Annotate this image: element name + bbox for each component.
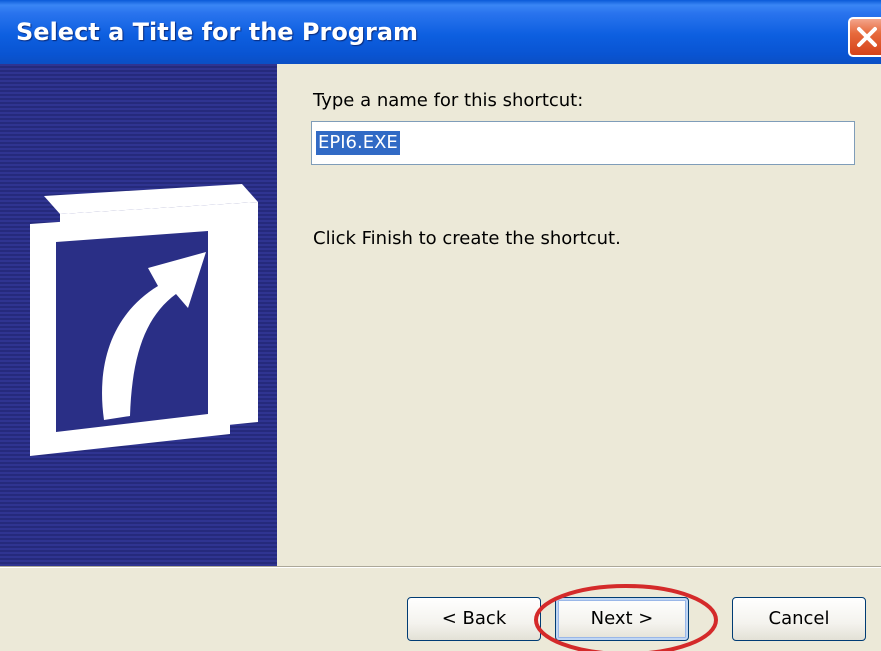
close-icon — [857, 27, 877, 47]
shortcut-arrow-icon — [30, 184, 258, 456]
shortcut-name-value[interactable]: EPI6.EXE — [316, 131, 400, 155]
shortcut-name-input[interactable]: EPI6.EXE — [311, 121, 855, 165]
wizard-banner — [0, 64, 277, 566]
shortcut-name-label: Type a name for this shortcut: — [313, 90, 584, 111]
cancel-button[interactable]: Cancel — [732, 597, 866, 641]
next-button[interactable]: Next > — [555, 597, 689, 641]
window-title: Select a Title for the Program — [16, 18, 419, 46]
title-bar[interactable]: Select a Title for the Program — [0, 0, 881, 64]
wizard-window: Select a Title for the Program Type a na… — [0, 0, 881, 651]
close-button[interactable] — [848, 17, 881, 57]
button-bar-divider — [0, 566, 881, 568]
finish-instruction-text: Click Finish to create the shortcut. — [313, 228, 621, 249]
wizard-content: Type a name for this shortcut: EPI6.EXE … — [277, 64, 881, 566]
back-button[interactable]: < Back — [407, 597, 541, 641]
